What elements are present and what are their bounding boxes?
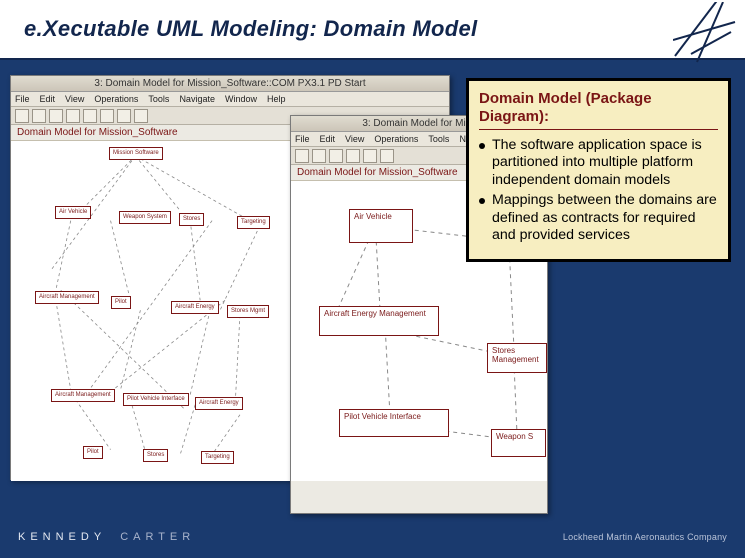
menu-tools[interactable]: Tools xyxy=(428,134,449,144)
menu-edit[interactable]: Edit xyxy=(320,134,336,144)
menu-file[interactable]: File xyxy=(295,134,310,144)
callout-box: Domain Model (Package Diagram): The soft… xyxy=(466,78,731,262)
pkg-node[interactable]: Aircraft Energy Management xyxy=(319,306,439,336)
callout-list: The software application space is partit… xyxy=(479,137,718,245)
toolbar-button[interactable] xyxy=(117,109,131,123)
kennedy-text: KENNEDY xyxy=(18,531,106,543)
toolbar-button[interactable] xyxy=(134,109,148,123)
pkg-node[interactable]: Mission Software xyxy=(109,147,163,160)
pkg-node[interactable]: Aircraft Energy xyxy=(171,301,219,314)
window-menu[interactable]: File Edit View Operations Tools Navigate… xyxy=(11,92,449,107)
pkg-node[interactable]: Stores Management xyxy=(487,343,547,373)
bullet-icon xyxy=(479,198,485,204)
menu-edit[interactable]: Edit xyxy=(40,94,56,104)
toolbar-button[interactable] xyxy=(100,109,114,123)
bullet-item: Mappings between the domains are defined… xyxy=(479,192,718,244)
menu-tools[interactable]: Tools xyxy=(148,94,169,104)
pkg-node[interactable]: Aircraft Management xyxy=(35,291,99,304)
menu-operations[interactable]: Operations xyxy=(374,134,418,144)
toolbar-button[interactable] xyxy=(295,149,309,163)
toolbar-button[interactable] xyxy=(312,149,326,163)
toolbar-button[interactable] xyxy=(363,149,377,163)
pkg-node[interactable]: Targeting xyxy=(237,216,270,229)
pkg-node[interactable]: Air Vehicle xyxy=(55,206,91,219)
toolbar-button[interactable] xyxy=(329,149,343,163)
pkg-node[interactable]: Pilot Vehicle Interface xyxy=(123,393,189,406)
lockheed-star-logo xyxy=(673,2,737,64)
bullet-text: The software application space is partit… xyxy=(492,137,718,189)
callout-title: Domain Model (Package Diagram): xyxy=(479,90,718,130)
bullet-text: Mappings between the domains are defined… xyxy=(492,192,718,244)
toolbar-button[interactable] xyxy=(346,149,360,163)
menu-navigate[interactable]: Navigate xyxy=(179,94,215,104)
menu-window[interactable]: Window xyxy=(225,94,257,104)
carter-text: CARTER xyxy=(120,531,195,543)
toolbar-button[interactable] xyxy=(49,109,63,123)
slide-title: e.Xecutable UML Modeling: Domain Model xyxy=(0,16,477,42)
pkg-node[interactable]: Pilot xyxy=(111,296,131,309)
menu-operations[interactable]: Operations xyxy=(94,94,138,104)
footer: KENNEDY CARTER Lockheed Martin Aeronauti… xyxy=(0,524,745,550)
pkg-node[interactable]: Stores xyxy=(143,449,168,462)
pkg-node[interactable]: Air Vehicle xyxy=(349,209,413,243)
menu-help[interactable]: Help xyxy=(267,94,286,104)
company-name: Lockheed Martin Aeronautics Company xyxy=(563,532,727,542)
menu-file[interactable]: File xyxy=(15,94,30,104)
menu-view[interactable]: View xyxy=(345,134,364,144)
toolbar-button[interactable] xyxy=(83,109,97,123)
pkg-node[interactable]: Pilot xyxy=(83,446,103,459)
toolbar-button[interactable] xyxy=(66,109,80,123)
pkg-node[interactable]: Aircraft Energy xyxy=(195,397,243,410)
pkg-node[interactable]: Weapon S xyxy=(491,429,546,457)
pkg-node[interactable]: Weapon System xyxy=(119,211,171,224)
slide-header: e.Xecutable UML Modeling: Domain Model xyxy=(0,0,745,60)
bullet-icon xyxy=(479,143,485,149)
pkg-node[interactable]: Pilot Vehicle Interface xyxy=(339,409,449,437)
window-title: 3: Domain Model for Mission_Software::CO… xyxy=(11,76,449,92)
toolbar-button[interactable] xyxy=(32,109,46,123)
pkg-node[interactable]: Stores xyxy=(179,213,204,226)
menu-view[interactable]: View xyxy=(65,94,84,104)
bullet-item: The software application space is partit… xyxy=(479,137,718,189)
kennedy-carter-logo: KENNEDY CARTER xyxy=(18,531,195,543)
pkg-node[interactable]: Stores Mgmt xyxy=(227,305,269,318)
toolbar-button[interactable] xyxy=(15,109,29,123)
toolbar-button[interactable] xyxy=(380,149,394,163)
pkg-node[interactable]: Targeting xyxy=(201,451,234,464)
pkg-node[interactable]: Aircraft Management xyxy=(51,389,115,402)
